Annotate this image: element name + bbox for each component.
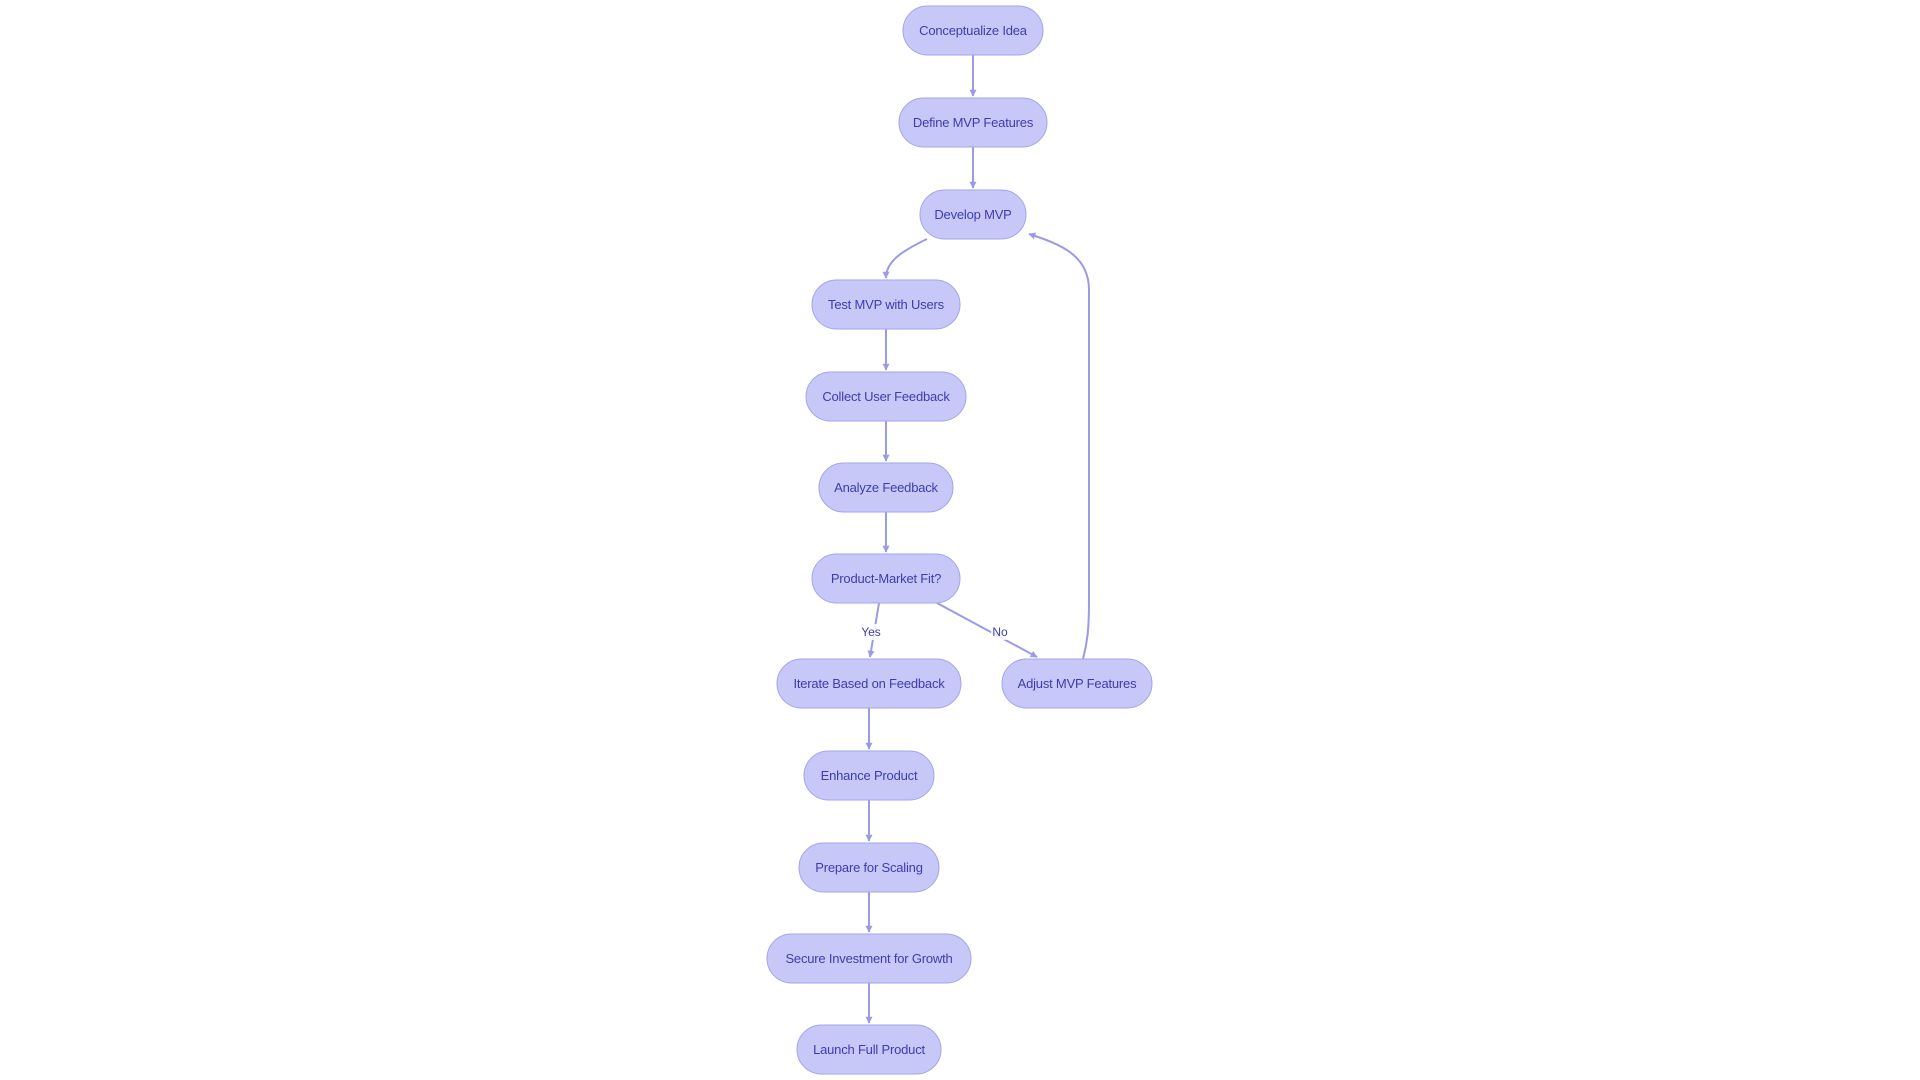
node-label: Product-Market Fit? bbox=[831, 571, 941, 586]
edge-labels-layer: Yes No bbox=[858, 624, 1009, 640]
node-label: Iterate Based on Feedback bbox=[793, 676, 945, 691]
node-label: Adjust MVP Features bbox=[1018, 676, 1137, 691]
node-label: Define MVP Features bbox=[913, 115, 1034, 130]
node-pmf[interactable]: Product-Market Fit? bbox=[811, 553, 961, 604]
edge-label-no: No bbox=[991, 624, 1009, 640]
node-label: Conceptualize Idea bbox=[919, 23, 1028, 38]
edge-label-yes: Yes bbox=[858, 624, 884, 640]
node-test[interactable]: Test MVP with Users bbox=[811, 279, 961, 330]
node-label: Prepare for Scaling bbox=[815, 860, 922, 875]
edge-develop-to-test bbox=[882, 238, 928, 279]
node-label: Test MVP with Users bbox=[828, 297, 945, 312]
node-prepare[interactable]: Prepare for Scaling bbox=[798, 842, 940, 893]
node-launch[interactable]: Launch Full Product bbox=[796, 1024, 942, 1075]
node-develop[interactable]: Develop MVP bbox=[919, 189, 1027, 240]
node-label: Enhance Product bbox=[821, 768, 918, 783]
edge-adjust-to-develop bbox=[1028, 232, 1090, 660]
node-collect[interactable]: Collect User Feedback bbox=[805, 371, 967, 422]
node-label: Collect User Feedback bbox=[822, 389, 950, 404]
node-label: Develop MVP bbox=[934, 207, 1011, 222]
edge-label-text: No bbox=[992, 625, 1008, 639]
node-define[interactable]: Define MVP Features bbox=[898, 97, 1048, 148]
node-label: Launch Full Product bbox=[813, 1042, 925, 1057]
node-iterate[interactable]: Iterate Based on Feedback bbox=[776, 658, 962, 709]
node-analyze[interactable]: Analyze Feedback bbox=[818, 462, 954, 513]
node-secure[interactable]: Secure Investment for Growth bbox=[766, 933, 972, 984]
edge-label-text: Yes bbox=[861, 625, 881, 639]
node-label: Secure Investment for Growth bbox=[785, 951, 952, 966]
node-adjust[interactable]: Adjust MVP Features bbox=[1001, 658, 1153, 709]
node-enhance[interactable]: Enhance Product bbox=[803, 750, 935, 801]
edge-pmf-to-adjust bbox=[936, 602, 1038, 658]
node-conceptualize[interactable]: Conceptualize Idea bbox=[902, 5, 1044, 56]
node-label: Analyze Feedback bbox=[834, 480, 938, 495]
nodes-layer: Conceptualize Idea Define MVP Features Dev… bbox=[766, 5, 1153, 1075]
flowchart: Yes No Conceptualize Idea Define MVP Featu… bbox=[766, 5, 1153, 1075]
